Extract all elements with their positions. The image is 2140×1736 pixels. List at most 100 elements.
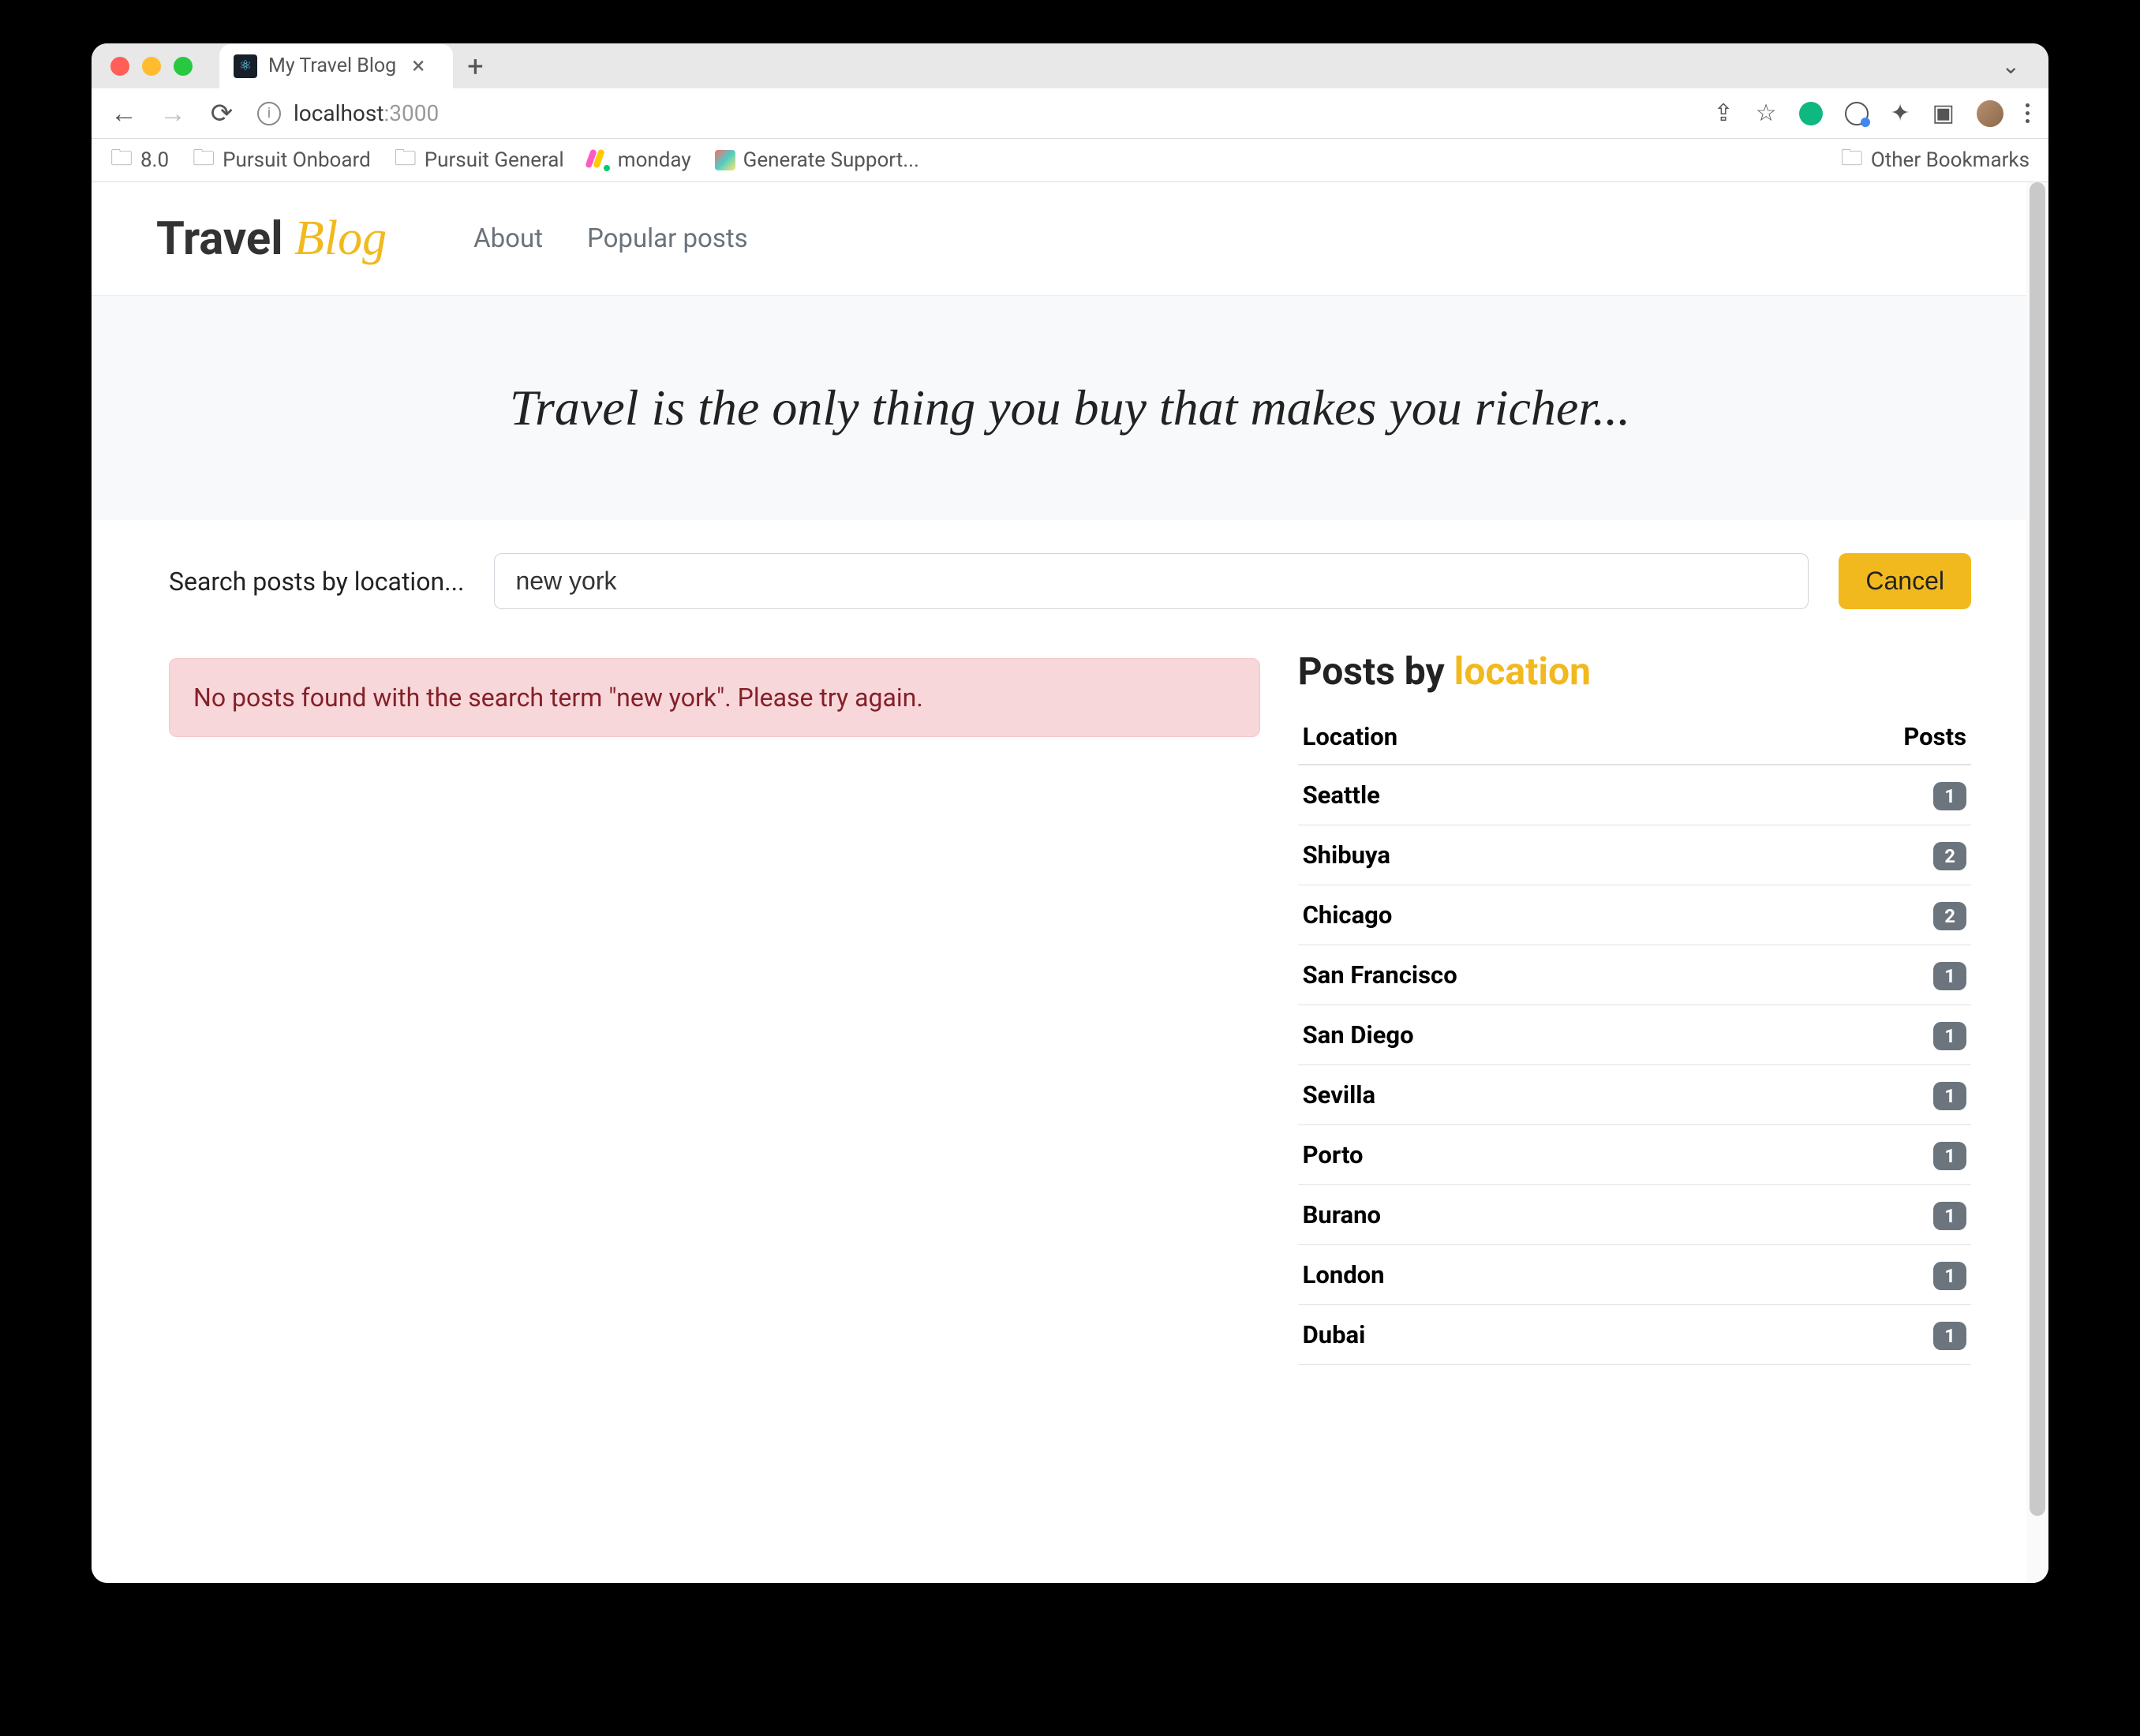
share-icon[interactable]: ⇪ [1713,99,1733,127]
sidebar-title-prefix: Posts by [1298,649,1454,694]
count-badge: 2 [1933,902,1966,930]
title-bar: ⚛ My Travel Blog × + ⌄ [92,43,2048,88]
sidebar-title: Posts by location [1298,649,1971,694]
table-row[interactable]: Seattle1 [1298,765,1971,825]
search-input[interactable] [494,553,1809,609]
url-text: localhost:3000 [294,100,439,126]
search-label: Search posts by location... [169,567,464,597]
location-cell: Shibuya [1298,825,1766,885]
bookmark-monday[interactable]: monday [588,148,691,172]
location-cell: Porto [1298,1125,1766,1185]
gradient-icon [715,150,735,170]
bookmark-other[interactable]: 🗀 Other Bookmarks [1841,141,2030,179]
tab-close-button[interactable]: × [407,52,429,80]
extensions-puzzle-icon[interactable]: ✦ [1891,99,1910,127]
folder-icon: 🗀 [110,141,133,179]
th-location: Location [1298,709,1766,765]
bookmark-bar: 🗀 8.0 🗀 Pursuit Onboard 🗀 Pursuit Genera… [92,139,2048,182]
bookmark-label: 8.0 [140,148,169,172]
bookmark-folder[interactable]: 🗀 8.0 [110,141,169,179]
tabs-area: ⚛ My Travel Blog × + ⌄ [219,44,2030,88]
bookmark-label: Pursuit General [425,148,564,172]
browser-tab[interactable]: ⚛ My Travel Blog × [219,44,453,88]
location-cell: San Francisco [1298,945,1766,1005]
th-posts: Posts [1765,709,1971,765]
tabs-dropdown-button[interactable]: ⌄ [2002,53,2030,79]
extension-grammarly-icon[interactable] [1799,102,1823,125]
address-bar[interactable]: i localhost:3000 [257,100,1691,126]
results-column: No posts found with the search term "new… [169,642,1260,1365]
count-cell: 2 [1765,825,1971,885]
table-row[interactable]: Sevilla1 [1298,1065,1971,1125]
count-badge: 2 [1933,842,1966,870]
url-bar: ← → ⟳ i localhost:3000 ⇪ ☆ ✦ ▣ [92,88,2048,139]
folder-icon: 🗀 [395,141,417,179]
folder-icon: 🗀 [193,141,215,179]
table-row[interactable]: Burano1 [1298,1185,1971,1245]
site-info-icon[interactable]: i [257,102,281,125]
profile-avatar[interactable] [1977,100,2003,127]
table-row[interactable]: San Diego 1 [1298,1005,1971,1065]
table-row[interactable]: Dubai 1 [1298,1305,1971,1365]
monday-icon [588,149,610,171]
react-favicon-icon: ⚛ [234,54,257,78]
count-badge: 1 [1933,962,1966,990]
back-button[interactable]: ← [110,98,137,129]
extension-eye-icon[interactable] [1845,102,1869,125]
page-scrollbar[interactable] [2026,182,2048,1583]
bookmark-star-icon[interactable]: ☆ [1756,99,1777,127]
locations-table: Location Posts Seattle1Shibuya2Chicago2S… [1298,709,1971,1365]
location-cell: Seattle [1298,765,1766,825]
bookmark-label: Other Bookmarks [1871,148,2030,172]
cancel-button[interactable]: Cancel [1839,553,1971,609]
location-cell: Chicago [1298,885,1766,945]
count-cell: 1 [1765,945,1971,1005]
window-minimize-button[interactable] [142,57,161,76]
table-row[interactable]: Chicago 2 [1298,885,1971,945]
hero-banner: Travel is the only thing you buy that ma… [92,295,2048,520]
count-cell: 1 [1765,765,1971,825]
table-row[interactable]: Porto 1 [1298,1125,1971,1185]
count-badge: 1 [1933,1262,1966,1290]
count-badge: 1 [1933,1142,1966,1170]
count-cell: 1 [1765,1065,1971,1125]
count-cell: 1 [1765,1305,1971,1365]
side-panel-icon[interactable]: ▣ [1932,99,1955,127]
bookmark-generate[interactable]: Generate Support... [715,148,919,172]
bookmark-label: monday [618,148,691,172]
count-cell: 1 [1765,1005,1971,1065]
new-tab-button[interactable]: + [453,50,497,83]
nav-about[interactable]: About [473,223,543,254]
sidebar-column: Posts by location Location Posts Seattle… [1298,642,1971,1365]
table-row[interactable]: Shibuya 2 [1298,825,1971,885]
count-cell: 1 [1765,1125,1971,1185]
chrome-menu-button[interactable] [2026,103,2030,123]
window-maximize-button[interactable] [174,57,193,76]
hero-quote: Travel is the only thing you buy that ma… [123,379,2017,437]
count-cell: 1 [1765,1245,1971,1305]
count-badge: 1 [1933,1322,1966,1350]
nav-popular[interactable]: Popular posts [587,223,748,254]
table-row[interactable]: London1 [1298,1245,1971,1305]
bookmark-folder[interactable]: 🗀 Pursuit Onboard [193,141,371,179]
location-cell: Sevilla [1298,1065,1766,1125]
scrollbar-thumb[interactable] [2030,182,2045,1516]
url-actions: ⇪ ☆ ✦ ▣ [1713,99,2030,127]
location-cell: Dubai [1298,1305,1766,1365]
bookmark-label: Pursuit Onboard [223,148,371,172]
site-header: Travel Blog About Popular posts [92,182,2048,295]
count-badge: 1 [1933,1022,1966,1050]
count-cell: 1 [1765,1185,1971,1245]
window-close-button[interactable] [110,57,129,76]
forward-button[interactable]: → [159,98,186,129]
nav-links: About Popular posts [473,223,748,254]
reload-button[interactable]: ⟳ [208,98,235,129]
count-cell: 2 [1765,885,1971,945]
table-row[interactable]: San Francisco 1 [1298,945,1971,1005]
page-wrapper: Travel Blog About Popular posts Travel i… [92,182,2048,1583]
location-cell: San Diego [1298,1005,1766,1065]
site-logo[interactable]: Travel Blog [156,211,387,267]
logo-main: Travel [156,212,283,266]
bookmark-folder[interactable]: 🗀 Pursuit General [395,141,564,179]
tab-title: My Travel Blog [268,54,396,77]
